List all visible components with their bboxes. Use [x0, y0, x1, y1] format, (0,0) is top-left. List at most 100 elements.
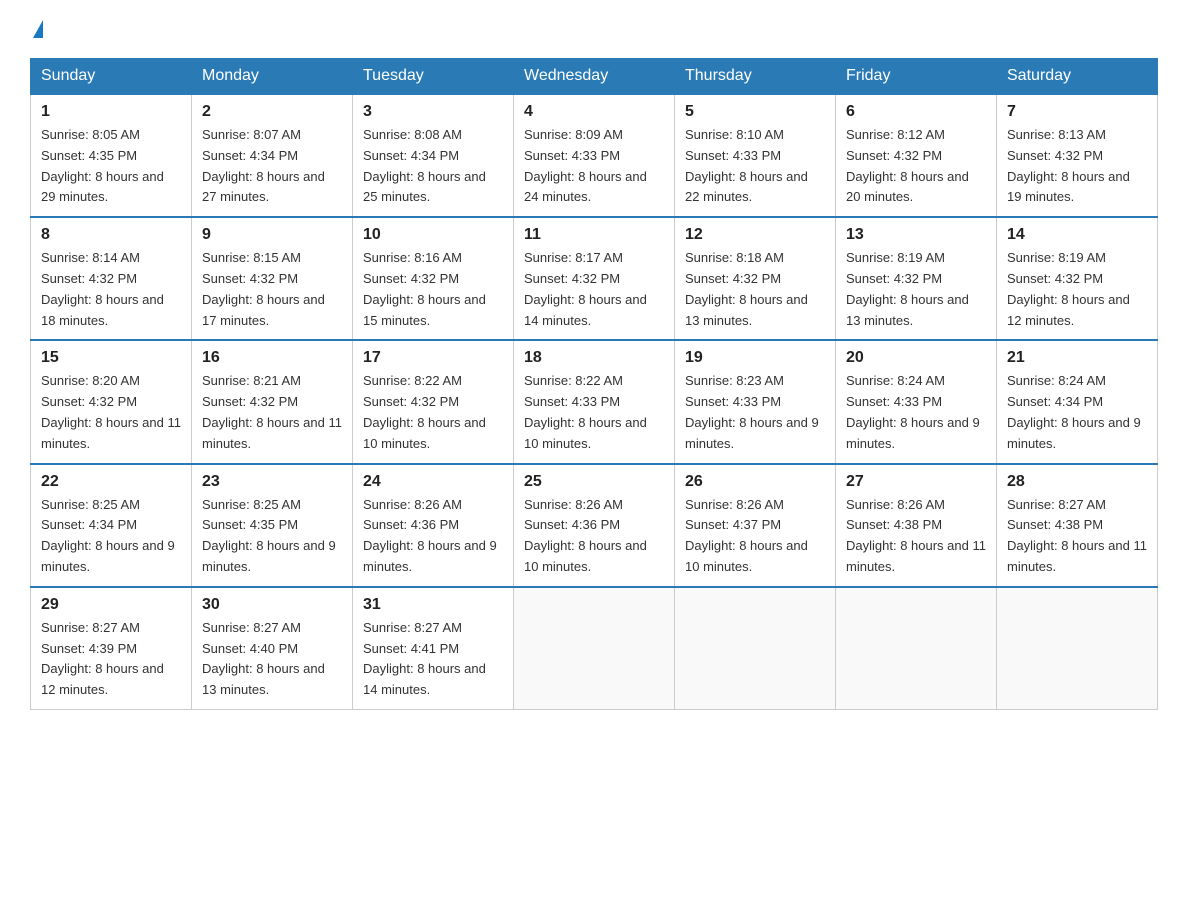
day-number: 4	[524, 103, 664, 121]
calendar-cell	[997, 587, 1158, 710]
day-number: 2	[202, 103, 342, 121]
sun-info: Sunrise: 8:07 AMSunset: 4:34 PMDaylight:…	[202, 125, 342, 208]
calendar-cell: 21 Sunrise: 8:24 AMSunset: 4:34 PMDayligh…	[997, 340, 1158, 463]
week-row-2: 8Sunrise: 8:14 AMSunset: 4:32 PMDaylight…	[31, 217, 1158, 340]
calendar-cell: 2 Sunrise: 8:07 AMSunset: 4:34 PMDaylight…	[192, 94, 353, 217]
day-number: 25	[524, 473, 664, 491]
calendar-cell: 16 Sunrise: 8:21 AMSunset: 4:32 PMDayligh…	[192, 340, 353, 463]
day-number: 26	[685, 473, 825, 491]
calendar-cell: 4 Sunrise: 8:09 AMSunset: 4:33 PMDaylight…	[514, 94, 675, 217]
calendar-cell: 27 Sunrise: 8:26 AMSunset: 4:38 PMDayligh…	[836, 464, 997, 587]
day-number: 1	[41, 103, 181, 121]
logo	[30, 20, 43, 38]
sun-info: Sunrise: 8:15 AMSunset: 4:32 PMDaylight:…	[202, 248, 342, 331]
sun-info: Sunrise: 8:08 AMSunset: 4:34 PMDaylight:…	[363, 125, 503, 208]
day-number: 29	[41, 596, 181, 614]
col-header-sunday: Sunday	[31, 59, 192, 95]
calendar-cell: 23 Sunrise: 8:25 AMSunset: 4:35 PMDayligh…	[192, 464, 353, 587]
sun-info: Sunrise: 8:19 AMSunset: 4:32 PMDaylight:…	[846, 248, 986, 331]
day-number: 16	[202, 349, 342, 367]
calendar-table: SundayMondayTuesdayWednesdayThursdayFrid…	[30, 58, 1158, 710]
col-header-wednesday: Wednesday	[514, 59, 675, 95]
calendar-cell: 30 Sunrise: 8:27 AMSunset: 4:40 PMDayligh…	[192, 587, 353, 710]
day-number: 30	[202, 596, 342, 614]
sun-info: Sunrise: 8:27 AMSunset: 4:41 PMDaylight:…	[363, 618, 503, 701]
sun-info: Sunrise: 8:20 AMSunset: 4:32 PMDaylight:…	[41, 371, 181, 454]
day-number: 10	[363, 226, 503, 244]
day-number: 24	[363, 473, 503, 491]
calendar-cell: 28 Sunrise: 8:27 AMSunset: 4:38 PMDayligh…	[997, 464, 1158, 587]
sun-info: Sunrise: 8:27 AMSunset: 4:40 PMDaylight:…	[202, 618, 342, 701]
calendar-header: SundayMondayTuesdayWednesdayThursdayFrid…	[31, 59, 1158, 95]
calendar-cell	[514, 587, 675, 710]
calendar-cell: 3 Sunrise: 8:08 AMSunset: 4:34 PMDaylight…	[353, 94, 514, 217]
day-number: 19	[685, 349, 825, 367]
calendar-cell: 25 Sunrise: 8:26 AMSunset: 4:36 PMDayligh…	[514, 464, 675, 587]
sun-info: Sunrise: 8:13 AMSunset: 4:32 PMDaylight:…	[1007, 125, 1147, 208]
sun-info: Sunrise: 8:22 AMSunset: 4:32 PMDaylight:…	[363, 371, 503, 454]
calendar-cell: 6 Sunrise: 8:12 AMSunset: 4:32 PMDaylight…	[836, 94, 997, 217]
day-number: 22	[41, 473, 181, 491]
calendar-cell	[836, 587, 997, 710]
calendar-cell: 20Sunrise: 8:24 AMSunset: 4:33 PMDayligh…	[836, 340, 997, 463]
day-number: 5	[685, 103, 825, 121]
calendar-cell: 14Sunrise: 8:19 AMSunset: 4:32 PMDayligh…	[997, 217, 1158, 340]
day-number: 11	[524, 226, 664, 244]
calendar-cell: 5Sunrise: 8:10 AMSunset: 4:33 PMDaylight…	[675, 94, 836, 217]
sun-info: Sunrise: 8:26 AMSunset: 4:36 PMDaylight:…	[524, 495, 664, 578]
day-number: 14	[1007, 226, 1147, 244]
week-row-4: 22 Sunrise: 8:25 AMSunset: 4:34 PMDayligh…	[31, 464, 1158, 587]
calendar-cell: 15 Sunrise: 8:20 AMSunset: 4:32 PMDayligh…	[31, 340, 192, 463]
calendar-cell: 13 Sunrise: 8:19 AMSunset: 4:32 PMDayligh…	[836, 217, 997, 340]
day-number: 18	[524, 349, 664, 367]
week-row-1: 1 Sunrise: 8:05 AMSunset: 4:35 PMDaylight…	[31, 94, 1158, 217]
calendar-cell	[675, 587, 836, 710]
sun-info: Sunrise: 8:09 AMSunset: 4:33 PMDaylight:…	[524, 125, 664, 208]
day-number: 6	[846, 103, 986, 121]
sun-info: Sunrise: 8:21 AMSunset: 4:32 PMDaylight:…	[202, 371, 342, 454]
sun-info: Sunrise: 8:18 AMSunset: 4:32 PMDaylight:…	[685, 248, 825, 331]
day-number: 20	[846, 349, 986, 367]
day-number: 8	[41, 226, 181, 244]
calendar-cell: 26 Sunrise: 8:26 AMSunset: 4:37 PMDayligh…	[675, 464, 836, 587]
day-number: 7	[1007, 103, 1147, 121]
sun-info: Sunrise: 8:22 AMSunset: 4:33 PMDaylight:…	[524, 371, 664, 454]
sun-info: Sunrise: 8:17 AMSunset: 4:32 PMDaylight:…	[524, 248, 664, 331]
calendar-cell: 8Sunrise: 8:14 AMSunset: 4:32 PMDaylight…	[31, 217, 192, 340]
calendar-body: 1 Sunrise: 8:05 AMSunset: 4:35 PMDaylight…	[31, 94, 1158, 709]
page-header	[30, 20, 1158, 38]
sun-info: Sunrise: 8:25 AMSunset: 4:35 PMDaylight:…	[202, 495, 342, 578]
sun-info: Sunrise: 8:26 AMSunset: 4:37 PMDaylight:…	[685, 495, 825, 578]
day-number: 23	[202, 473, 342, 491]
calendar-cell: 19 Sunrise: 8:23 AMSunset: 4:33 PMDayligh…	[675, 340, 836, 463]
col-header-thursday: Thursday	[675, 59, 836, 95]
day-number: 17	[363, 349, 503, 367]
sun-info: Sunrise: 8:23 AMSunset: 4:33 PMDaylight:…	[685, 371, 825, 454]
day-number: 28	[1007, 473, 1147, 491]
day-number: 3	[363, 103, 503, 121]
day-number: 13	[846, 226, 986, 244]
week-row-5: 29 Sunrise: 8:27 AMSunset: 4:39 PMDayligh…	[31, 587, 1158, 710]
calendar-cell: 9 Sunrise: 8:15 AMSunset: 4:32 PMDaylight…	[192, 217, 353, 340]
col-header-saturday: Saturday	[997, 59, 1158, 95]
calendar-cell: 17 Sunrise: 8:22 AMSunset: 4:32 PMDayligh…	[353, 340, 514, 463]
sun-info: Sunrise: 8:25 AMSunset: 4:34 PMDaylight:…	[41, 495, 181, 578]
sun-info: Sunrise: 8:24 AMSunset: 4:34 PMDaylight:…	[1007, 371, 1147, 454]
day-number: 15	[41, 349, 181, 367]
sun-info: Sunrise: 8:26 AMSunset: 4:36 PMDaylight:…	[363, 495, 503, 578]
sun-info: Sunrise: 8:16 AMSunset: 4:32 PMDaylight:…	[363, 248, 503, 331]
sun-info: Sunrise: 8:27 AMSunset: 4:39 PMDaylight:…	[41, 618, 181, 701]
calendar-cell: 22 Sunrise: 8:25 AMSunset: 4:34 PMDayligh…	[31, 464, 192, 587]
calendar-cell: 24 Sunrise: 8:26 AMSunset: 4:36 PMDayligh…	[353, 464, 514, 587]
col-header-friday: Friday	[836, 59, 997, 95]
calendar-cell: 12Sunrise: 8:18 AMSunset: 4:32 PMDayligh…	[675, 217, 836, 340]
day-number: 27	[846, 473, 986, 491]
calendar-cell: 18 Sunrise: 8:22 AMSunset: 4:33 PMDayligh…	[514, 340, 675, 463]
sun-info: Sunrise: 8:12 AMSunset: 4:32 PMDaylight:…	[846, 125, 986, 208]
sun-info: Sunrise: 8:26 AMSunset: 4:38 PMDaylight:…	[846, 495, 986, 578]
day-number: 9	[202, 226, 342, 244]
day-number: 21	[1007, 349, 1147, 367]
sun-info: Sunrise: 8:05 AMSunset: 4:35 PMDaylight:…	[41, 125, 181, 208]
sun-info: Sunrise: 8:27 AMSunset: 4:38 PMDaylight:…	[1007, 495, 1147, 578]
calendar-cell: 11 Sunrise: 8:17 AMSunset: 4:32 PMDayligh…	[514, 217, 675, 340]
